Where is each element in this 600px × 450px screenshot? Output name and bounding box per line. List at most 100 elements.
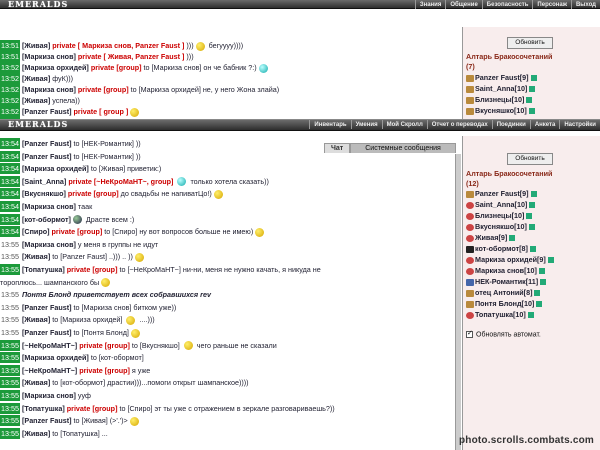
- chat-nick[interactable]: [Живая]: [22, 315, 50, 324]
- chat-nick[interactable]: [~НеКроМаНТ~]: [22, 366, 77, 375]
- menu-item[interactable]: Поединки: [491, 120, 530, 129]
- player-name[interactable]: Близнецы: [475, 95, 512, 104]
- info-icon[interactable]: [529, 202, 536, 209]
- info-icon[interactable]: [529, 86, 536, 93]
- info-icon[interactable]: [527, 312, 534, 319]
- chat-nick[interactable]: [Panzer Faust]: [22, 328, 72, 337]
- player-name[interactable]: Вкуснякшо: [475, 222, 514, 231]
- player-entry[interactable]: НЕК-Романтик[11]: [466, 277, 600, 288]
- chat-nick[interactable]: [Маркиза снов]: [22, 202, 76, 211]
- private-marker[interactable]: private [group]: [78, 85, 129, 94]
- chat-nick[interactable]: [Живая]: [22, 74, 50, 83]
- player-name[interactable]: кот-обормот: [475, 244, 519, 253]
- player-entry[interactable]: Маркиза снов[10]: [466, 266, 600, 277]
- player-entry[interactable]: Вкуснякшо[10]: [466, 222, 600, 233]
- info-icon[interactable]: [528, 108, 535, 115]
- chat-nick[interactable]: [Panzer Faust]: [22, 139, 72, 148]
- chat-nick[interactable]: [Живая]: [22, 429, 50, 438]
- player-entry[interactable]: Panzer Faust[9]: [466, 73, 600, 84]
- info-icon[interactable]: [530, 75, 537, 82]
- player-name[interactable]: отец Антоний: [475, 288, 524, 297]
- info-icon[interactable]: [540, 279, 547, 286]
- info-icon[interactable]: [547, 257, 554, 264]
- chat-nick[interactable]: [Маркиза снов]: [22, 52, 76, 61]
- chat-nick[interactable]: [Маркиза снов]: [22, 391, 76, 400]
- player-entry[interactable]: отец Антоний[8]: [466, 288, 600, 299]
- player-entry[interactable]: Близнецы[10]: [466, 211, 600, 222]
- refresh-button[interactable]: Обновить: [507, 153, 553, 165]
- player-name[interactable]: Panzer Faust: [475, 73, 520, 82]
- chat-nick[interactable]: [Panzer Faust]: [22, 107, 72, 116]
- menu-item[interactable]: Мой Скролл: [381, 120, 427, 129]
- chat-nick[interactable]: [Живая]: [22, 252, 50, 261]
- menu-item[interactable]: Отчет о переводах: [426, 120, 492, 129]
- private-marker[interactable]: private [group]: [67, 404, 118, 413]
- menu-item[interactable]: Выход: [570, 0, 600, 9]
- auto-refresh-option[interactable]: Обновлять автомат.: [466, 329, 541, 338]
- player-name[interactable]: Маркиза орхидей: [475, 255, 537, 264]
- chat-nick[interactable]: [Маркиза орхидей]: [22, 353, 89, 362]
- chat-nick[interactable]: [Saint_Anna]: [22, 177, 66, 186]
- private-marker[interactable]: private [group]: [79, 341, 130, 350]
- menu-item[interactable]: Анкета: [529, 120, 560, 129]
- player-name[interactable]: Вкусняшко: [475, 106, 514, 115]
- player-entry[interactable]: Живая[9]: [466, 233, 600, 244]
- player-name[interactable]: НЕК-Романтик: [475, 277, 526, 286]
- private-marker[interactable]: private [group]: [68, 189, 119, 198]
- player-name[interactable]: Маркиза снов: [475, 266, 524, 275]
- private-marker[interactable]: private [group]: [79, 366, 130, 375]
- private-marker[interactable]: private [ group ]: [74, 107, 129, 116]
- chat-nick[interactable]: [Panzer Faust]: [22, 416, 72, 425]
- chat-nick[interactable]: [кот-обормот]: [22, 215, 71, 224]
- auto-refresh-checkbox[interactable]: [466, 329, 473, 338]
- player-entry[interactable]: Понтя Блонд[10]: [466, 299, 600, 310]
- menu-item[interactable]: Умения: [350, 120, 382, 129]
- player-name[interactable]: Топатушка: [475, 310, 513, 319]
- info-icon[interactable]: [509, 235, 516, 242]
- refresh-button[interactable]: Обновить: [507, 37, 553, 49]
- menu-item[interactable]: Общение: [445, 0, 481, 9]
- player-name[interactable]: Saint_Anna: [475, 200, 515, 209]
- info-icon[interactable]: [538, 268, 545, 275]
- player-name[interactable]: Saint_Anna: [475, 84, 515, 93]
- info-icon[interactable]: [534, 290, 541, 297]
- menu-item[interactable]: Знания: [414, 0, 446, 9]
- chat-nick[interactable]: [Живая]: [22, 96, 50, 105]
- chat-nick[interactable]: [Маркиза снов]: [22, 85, 76, 94]
- chat-nick[interactable]: [Живая]: [22, 378, 50, 387]
- menu-item[interactable]: Персонаж: [532, 0, 571, 9]
- info-icon[interactable]: [526, 97, 533, 104]
- player-name[interactable]: Понтя Блонд: [475, 299, 522, 308]
- menu-item[interactable]: Настройки: [559, 120, 600, 129]
- private-marker[interactable]: private [group]: [52, 227, 103, 236]
- chat-nick[interactable]: [~НеКроМаНТ~]: [22, 341, 77, 350]
- chat-nick[interactable]: [Вкуснякшо]: [22, 189, 66, 198]
- menu-item[interactable]: Инвентарь: [309, 120, 350, 129]
- player-entry[interactable]: кот-обормот[8]: [466, 244, 600, 255]
- private-marker[interactable]: private [ Живая, Panzer Faust ]: [78, 52, 185, 61]
- chat-scrollbar[interactable]: [455, 154, 461, 450]
- info-icon[interactable]: [526, 213, 533, 220]
- player-name[interactable]: Близнецы: [475, 211, 512, 220]
- info-icon[interactable]: [536, 301, 543, 308]
- player-entry[interactable]: Saint_Anna[10]: [466, 200, 600, 211]
- chat-nick[interactable]: [Топатушка]: [22, 265, 65, 274]
- player-entry[interactable]: Близнецы[10]: [466, 95, 600, 106]
- info-icon[interactable]: [530, 191, 537, 198]
- player-entry[interactable]: Panzer Faust[9]: [466, 189, 600, 200]
- private-marker[interactable]: private [~НеКроМаНТ~, group]: [68, 177, 173, 186]
- player-entry[interactable]: Вкусняшко[10]: [466, 106, 600, 117]
- private-marker[interactable]: private [ Маркиза снов, Panzer Faust ]: [52, 41, 184, 50]
- chat-nick[interactable]: [Топатушка]: [22, 404, 65, 413]
- menu-item[interactable]: Безопасность: [481, 0, 533, 9]
- chat-nick[interactable]: [Маркиза орхидей]: [22, 63, 89, 72]
- info-icon[interactable]: [528, 224, 535, 231]
- chat-nick[interactable]: [Panzer Faust]: [22, 152, 72, 161]
- player-entry[interactable]: Маркиза орхидей[9]: [466, 255, 600, 266]
- chat-nick[interactable]: [Маркиза снов]: [22, 240, 76, 249]
- player-name[interactable]: Panzer Faust: [475, 189, 520, 198]
- private-marker[interactable]: private [group]: [91, 63, 142, 72]
- info-icon[interactable]: [529, 246, 536, 253]
- player-entry[interactable]: Топатушка[10]: [466, 310, 600, 321]
- chat-nick[interactable]: [Маркиза орхидей]: [22, 164, 89, 173]
